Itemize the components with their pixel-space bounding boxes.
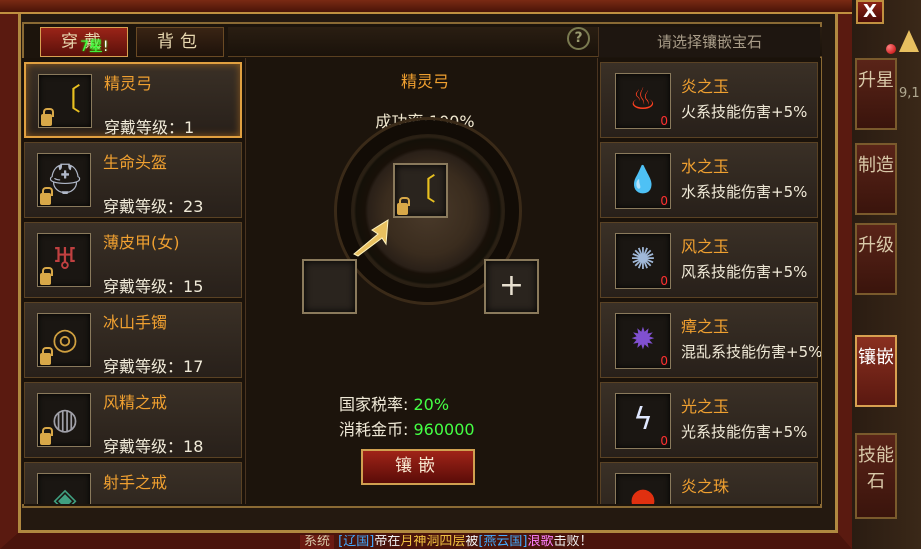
coordinate-readout: 9,1 (899, 86, 920, 101)
item-slot: 〔 (38, 74, 92, 128)
plus-icon: + (498, 268, 525, 303)
gem-item-water-jade[interactable]: 💧 0 水之玉 水系技能伤害+5% (600, 142, 818, 218)
gem-name: 瘴之玉 (681, 317, 730, 336)
side-tab-craft[interactable]: 制造 (855, 143, 897, 215)
gem-name: 炎之玉 (681, 77, 730, 96)
item-name: 风精之戒 (103, 393, 168, 412)
lock-icon (397, 197, 410, 215)
side-tab-upgrade[interactable]: 升级 (855, 223, 897, 295)
gem-effect: 水系技能伤害+5% (681, 183, 808, 201)
gem-count: 0 (660, 354, 668, 368)
gem-effect: 混乱系技能伤害+5% (681, 343, 821, 361)
side-tab-star-up[interactable]: 升星 (855, 58, 897, 130)
item-level: 穿戴等级：15 (103, 277, 204, 296)
gold-cost: 消耗金币: 960000 (339, 420, 475, 439)
gem-item-light-jade[interactable]: ϟ0 光之玉 光系技能伤害+5% (600, 382, 818, 458)
light-gem-icon: ϟ (633, 402, 653, 437)
gem-count: 0 (660, 194, 668, 208)
gem-count: 0 (660, 274, 668, 288)
gem-slot: ϟ0 (615, 393, 671, 449)
item-name: 冰山手镯 (103, 313, 168, 332)
item-slot: ⛑ (37, 153, 91, 207)
help-icon[interactable]: ? (567, 27, 590, 50)
lock-icon (40, 187, 53, 205)
gem-name: 炎之珠 (681, 477, 730, 496)
game-screen: 穿戴 背包 7星! ? 请选择镶嵌宝石 〔 精灵弓 穿戴等级：1 ⛑ 生命头盔 … (0, 0, 921, 549)
item-name: 精灵弓 (104, 74, 153, 93)
side-tab-skill-stone[interactable]: 技能石 (855, 433, 897, 519)
wind-gem-icon: ✺ (630, 242, 656, 277)
ring-icon: ◈ (53, 482, 77, 504)
up-arrow-icon[interactable] (899, 30, 919, 52)
gem-slot: ♨ 0 (615, 73, 671, 129)
gem-name: 风之玉 (681, 237, 730, 256)
equipment-item-bracelet[interactable]: ◎ 冰山手镯 穿戴等级：17 (24, 302, 242, 378)
water-gem-icon: 💧 (626, 165, 660, 195)
gem-count: 0 (660, 434, 668, 448)
window-top-bar (0, 0, 852, 14)
equipment-item-armor[interactable]: ♅ 薄皮甲(女) 穿戴等级：15 (24, 222, 242, 298)
gem-slot: ● (615, 473, 671, 504)
gem-effect: 光系技能伤害+5% (681, 423, 808, 441)
selected-item-name: 精灵弓 (400, 72, 449, 91)
equipment-item-archer-ring[interactable]: ◈ 射手之戒 (24, 462, 242, 504)
item-level: 穿戴等级：18 (103, 437, 204, 456)
side-tab-inlay[interactable]: 镶嵌 (855, 335, 897, 407)
gem-effect: 火系技能伤害+5% (681, 103, 808, 121)
inlay-button[interactable]: 镶嵌 (361, 449, 475, 485)
fire-pearl-icon: ● (629, 482, 657, 504)
gem-slot: ✹ 0 (615, 313, 671, 369)
lock-icon (40, 427, 53, 445)
item-name: 薄皮甲(女) (103, 233, 180, 252)
item-name: 射手之戒 (103, 473, 168, 492)
item-level: 穿戴等级：17 (103, 357, 204, 376)
item-level: 穿戴等级：1 (104, 118, 195, 137)
gem-select-hint: 请选择镶嵌宝石 (598, 27, 820, 57)
item-slot: ◈ (37, 473, 91, 504)
gem-item-miasma-jade[interactable]: ✹ 0 瘴之玉 混乱系技能伤害+5% (600, 302, 821, 378)
system-news-ticker: 系统 [辽国]帝在月神洞四层被[燕云国]浪歌击败！ (300, 535, 852, 549)
gem-item-fire-pearl[interactable]: ● 炎之珠 (600, 462, 818, 504)
item-level: 穿戴等级：23 (103, 197, 204, 216)
equipment-item-ring[interactable]: ◍ 风精之戒 穿戴等级：18 (24, 382, 242, 458)
gem-list: ♨ 0 炎之玉 火系技能伤害+5% 💧 0 水之玉 水系技能伤害+5% ✺ 0 风之玉… (597, 58, 821, 504)
gem-item-wind-jade[interactable]: ✺ 0 风之玉 风系技能伤害+5% (600, 222, 818, 298)
notification-dot-icon (886, 44, 896, 54)
lock-icon (40, 347, 53, 365)
gem-slot: 💧 0 (615, 153, 671, 209)
item-slot: ◎ (37, 313, 91, 367)
gem-effect: 风系技能伤害+5% (681, 263, 808, 281)
gem-item-fire-jade[interactable]: ♨ 0 炎之玉 火系技能伤害+5% (600, 62, 818, 138)
target-item-slot[interactable]: 〔 (393, 163, 448, 218)
gem-slot-left[interactable] (302, 259, 357, 314)
tab-bag[interactable]: 背包 (136, 27, 224, 57)
equipment-list: 〔 精灵弓 穿戴等级：1 ⛑ 生命头盔 穿戴等级：23 ♅ 薄皮甲(女) 穿戴等… (22, 58, 246, 504)
lock-icon (40, 267, 53, 285)
lock-icon (41, 108, 54, 126)
gem-name: 水之玉 (681, 157, 730, 176)
gem-slot: ✺ 0 (615, 233, 671, 289)
star-notice: 7星! (80, 39, 109, 55)
item-slot: ♅ (37, 233, 91, 287)
close-button[interactable]: X (856, 0, 884, 24)
item-slot: ◍ (37, 393, 91, 447)
equipment-item-helmet[interactable]: ⛑ 生命头盔 穿戴等级：23 (24, 142, 242, 218)
gem-count: 0 (660, 114, 668, 128)
item-name: 生命头盔 (103, 153, 168, 172)
miasma-gem-icon: ✹ (630, 322, 656, 357)
add-gem-slot[interactable]: + (484, 259, 539, 314)
gem-name: 光之玉 (681, 397, 730, 416)
tax-rate: 国家税率: 20% (339, 395, 450, 414)
fire-gem-icon: ♨ (629, 82, 657, 117)
equipment-item-bow[interactable]: 〔 精灵弓 穿戴等级：1 (24, 62, 242, 138)
pointer-arrow-icon (353, 219, 389, 257)
